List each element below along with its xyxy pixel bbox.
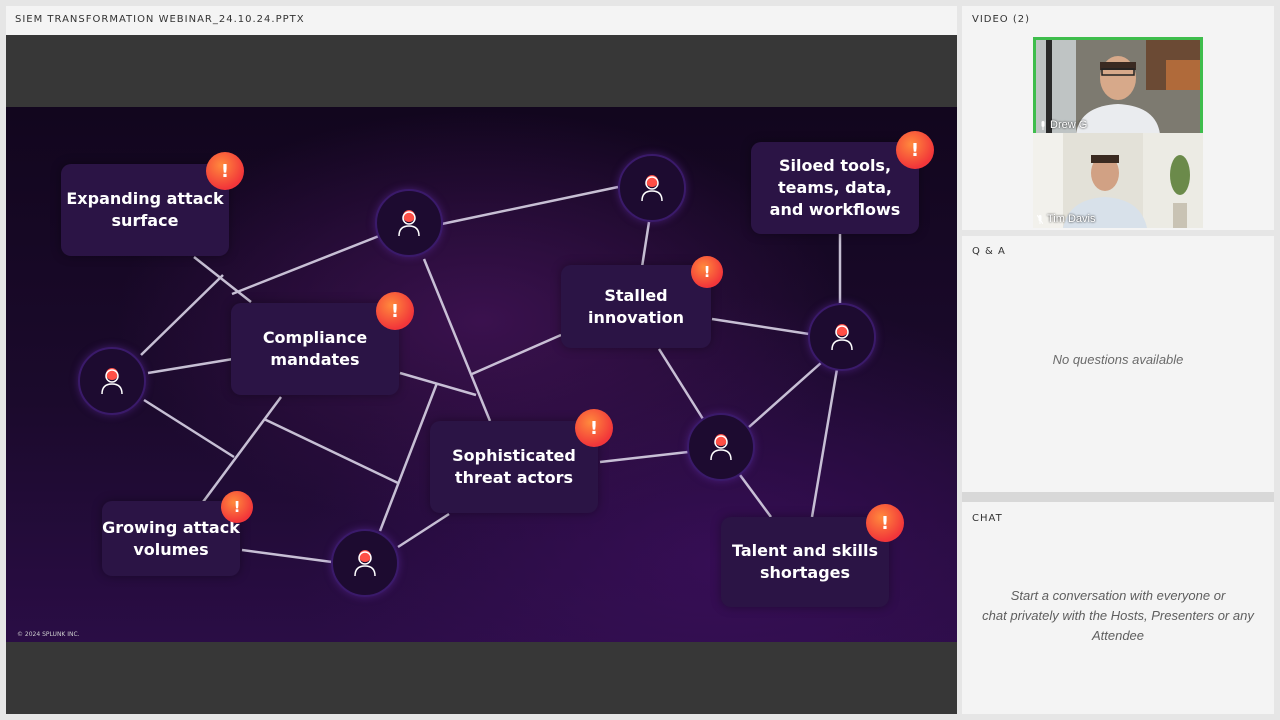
- card-text: Expanding attack surface: [66, 189, 224, 230]
- person-node: [375, 189, 443, 257]
- card-text: Stalled innovation: [588, 285, 684, 327]
- slide-letterbox-bottom: [6, 642, 957, 714]
- card-stalled-innovation: Stalled innovation: [561, 265, 711, 348]
- chat-empty-message: Start a conversation with everyone or ch…: [982, 586, 1254, 646]
- card-siloed-tools: Siloed tools, teams, data, and workflows: [751, 142, 919, 234]
- connector-line: [147, 357, 234, 375]
- participant-name: Tim Davis: [1037, 213, 1095, 225]
- video-tile-tim[interactable]: Tim Davis: [1033, 133, 1203, 228]
- person-icon: [641, 175, 663, 202]
- presentation-title: SIEM TRANSFORMATION WEBINAR_24.10.24.PPT…: [15, 14, 305, 25]
- person-icon: [398, 210, 420, 237]
- alert-badge-icon: !: [206, 152, 244, 190]
- card-text: Growing attack volumes: [102, 517, 240, 559]
- chat-empty-line: Start a conversation with everyone or: [1010, 588, 1226, 603]
- connector-line: [436, 185, 619, 227]
- connector-line: [143, 398, 235, 459]
- person-icon: [831, 324, 853, 351]
- alert-badge-icon: !: [866, 504, 904, 542]
- person-node: [808, 303, 876, 371]
- chat-empty-line: chat privately with the Hosts, Presenter…: [982, 608, 1254, 623]
- presentation-panel: SIEM TRANSFORMATION WEBINAR_24.10.24.PPT…: [6, 6, 957, 714]
- alert-badge-icon: !: [221, 491, 253, 523]
- slide-letterbox-top: [6, 35, 957, 107]
- connector-line: [231, 232, 385, 296]
- person-icon: [101, 368, 123, 395]
- person-node: [331, 529, 399, 597]
- slide-copyright: © 2024 SPLUNK INC.: [17, 631, 80, 638]
- person-node: [618, 154, 686, 222]
- connector-line: [422, 258, 492, 422]
- chat-panel: CHAT Start a conversation with everyone …: [962, 502, 1274, 714]
- card-text: Talent and skills shortages: [732, 541, 878, 582]
- connector-line: [748, 361, 823, 428]
- connector-line: [810, 368, 839, 518]
- connector-line: [140, 274, 224, 356]
- connector-line: [711, 317, 810, 336]
- connector-line: [241, 548, 333, 564]
- card-text: Sophisticated threat actors: [452, 446, 576, 487]
- alert-badge-icon: !: [575, 409, 613, 447]
- chat-empty-line: Attendee: [1091, 628, 1145, 643]
- connector-line: [399, 371, 477, 397]
- connector-line: [640, 221, 651, 268]
- qa-empty-message: No questions available: [1052, 352, 1184, 367]
- qa-title: Q & A: [972, 246, 1006, 257]
- panel-divider[interactable]: [962, 492, 1274, 502]
- connector-line: [599, 450, 689, 464]
- card-growing-attack-volumes: Growing attack volumes: [102, 501, 240, 576]
- card-talent-and-skills-shortages: Talent and skills shortages: [721, 517, 889, 607]
- card-expanding-attack-surface: Expanding attack surface: [61, 164, 229, 256]
- video-tile-drew[interactable]: Drew G: [1033, 37, 1203, 137]
- connector-line: [471, 333, 562, 376]
- video-panel: VIDEO (2) Drew G Tim Davis: [962, 6, 1274, 230]
- connector-line: [397, 512, 450, 549]
- connector-line: [657, 348, 705, 420]
- microphone-icon: [1041, 120, 1045, 130]
- chat-title: CHAT: [972, 513, 1003, 524]
- card-text: Siloed tools, teams, data, and workflows: [769, 156, 901, 219]
- connector-line: [378, 382, 439, 532]
- card-text: Compliance mandates: [262, 328, 368, 369]
- card-compliance-mandates: Compliance mandates: [231, 303, 399, 395]
- slide-canvas: Expanding attack surface ! Compliance ma…: [6, 107, 957, 642]
- connector-line: [201, 396, 283, 503]
- card-sophisticated-threat-actors: Sophisticated threat actors: [430, 421, 598, 513]
- microphone-muted-icon: [1037, 214, 1043, 224]
- connector-line: [738, 474, 773, 518]
- qa-panel: Q & A No questions available: [962, 236, 1274, 492]
- alert-badge-icon: !: [691, 256, 723, 288]
- alert-badge-icon: !: [376, 292, 414, 330]
- connector-line: [263, 417, 399, 485]
- person-node: [78, 347, 146, 415]
- video-title: VIDEO (2): [972, 14, 1031, 25]
- person-icon: [710, 434, 732, 461]
- person-icon: [354, 550, 376, 577]
- alert-badge-icon: !: [896, 131, 934, 169]
- participant-name: Drew G: [1040, 119, 1087, 131]
- person-node: [687, 413, 755, 481]
